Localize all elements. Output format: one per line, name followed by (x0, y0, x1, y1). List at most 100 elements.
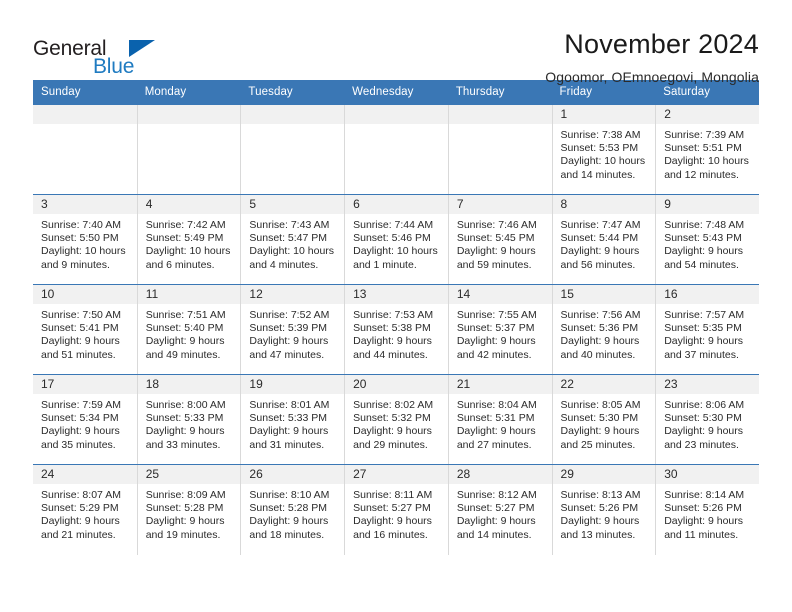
sun-times-block: Sunrise: 7:48 AM Sunset: 5:43 PM Daylight:… (656, 214, 759, 272)
day-number: 19 (241, 375, 345, 394)
calendar-cell-inner: 26 Sunrise: 8:10 AM Sunset: 5:28 PM Dayligh… (240, 465, 345, 555)
logo-text-blue: Blue (93, 55, 135, 78)
daylight-text-line2: and 44 minutes. (353, 348, 428, 361)
calendar-day-cell[interactable]: 14 Sunrise: 7:55 AM Sunset: 5:37 PM Dayligh… (447, 284, 552, 375)
calendar-day-cell[interactable]: 24 Sunrise: 8:07 AM Sunset: 5:29 PM Dayligh… (33, 464, 137, 555)
daylight-text-line1: Daylight: 9 hours (145, 515, 225, 528)
day-number-placeholder (241, 105, 345, 124)
sun-times-block: Sunrise: 8:14 AM Sunset: 5:26 PM Daylight:… (656, 484, 759, 542)
calendar-cell-inner: 17 Sunrise: 7:59 AM Sunset: 5:34 PM Dayligh… (33, 375, 137, 464)
sunrise-text: Sunrise: 7:48 AM (664, 219, 745, 231)
weekday-header-tuesday: Tuesday (240, 80, 345, 105)
general-blue-logo[interactable]: General Blue (33, 28, 183, 78)
calendar-day-cell[interactable]: 9 Sunrise: 7:48 AM Sunset: 5:43 PM Daylight… (655, 194, 759, 285)
calendar-cell-inner (447, 105, 552, 194)
calendar-day-cell[interactable]: 5 Sunrise: 7:43 AM Sunset: 5:47 PM Daylight… (240, 194, 345, 285)
calendar-day-cell[interactable]: 17 Sunrise: 7:59 AM Sunset: 5:34 PM Dayligh… (33, 374, 137, 465)
calendar-day-cell[interactable]: 7 Sunrise: 7:46 AM Sunset: 5:45 PM Daylight… (447, 194, 552, 285)
daylight-text-line2: and 21 minutes. (41, 528, 116, 541)
daylight-text-line2: and 29 minutes. (353, 438, 428, 451)
calendar-day-cell[interactable]: 12 Sunrise: 7:52 AM Sunset: 5:39 PM Dayligh… (240, 284, 345, 375)
daylight-text-line2: and 56 minutes. (560, 258, 636, 271)
calendar-cell-inner: 11 Sunrise: 7:51 AM Sunset: 5:40 PM Dayligh… (136, 285, 241, 374)
calendar-day-cell[interactable]: 18 Sunrise: 8:00 AM Sunset: 5:33 PM Dayligh… (136, 374, 241, 465)
day-number-placeholder (448, 105, 552, 124)
calendar-cell-inner: 8 Sunrise: 7:47 AM Sunset: 5:44 PM Daylight… (551, 195, 656, 284)
calendar-day-cell[interactable]: 11 Sunrise: 7:51 AM Sunset: 5:40 PM Dayligh… (136, 284, 241, 375)
calendar-day-cell[interactable]: 20 Sunrise: 8:02 AM Sunset: 5:32 PM Dayligh… (344, 374, 448, 465)
sun-times-block: Sunrise: 8:11 AM Sunset: 5:27 PM Daylight:… (345, 484, 448, 542)
daylight-text-line1: Daylight: 9 hours (560, 515, 640, 528)
daylight-text-line2: and 35 minutes. (41, 438, 116, 451)
sunset-text: Sunset: 5:51 PM (664, 142, 742, 155)
calendar-day-cell[interactable]: 27 Sunrise: 8:11 AM Sunset: 5:27 PM Dayligh… (344, 464, 448, 555)
calendar-day-cell[interactable]: 25 Sunrise: 8:09 AM Sunset: 5:28 PM Dayligh… (136, 464, 241, 555)
sunrise-text: Sunrise: 7:39 AM (664, 129, 745, 141)
page-subtitle: Ogoomor, OEmnoegovi, Mongolia (545, 68, 759, 85)
calendar-day-cell[interactable]: 29 Sunrise: 8:13 AM Sunset: 5:26 PM Dayligh… (551, 464, 656, 555)
sun-times-block: Sunrise: 8:07 AM Sunset: 5:29 PM Daylight:… (33, 484, 137, 542)
calendar-body: 1 Sunrise: 7:38 AM Sunset: 5:53 PM Daylight… (33, 104, 759, 555)
sunrise-text: Sunrise: 8:02 AM (353, 399, 434, 411)
daylight-text-line2: and 13 minutes. (560, 528, 636, 541)
calendar-day-cell[interactable]: 21 Sunrise: 8:04 AM Sunset: 5:31 PM Dayligh… (447, 374, 552, 465)
calendar-cell-inner: 4 Sunrise: 7:42 AM Sunset: 5:49 PM Daylight… (136, 195, 241, 284)
sun-times-block: Sunrise: 8:04 AM Sunset: 5:31 PM Daylight:… (449, 394, 552, 452)
daylight-text-line1: Daylight: 9 hours (664, 335, 744, 348)
calendar-day-cell[interactable]: 3 Sunrise: 7:40 AM Sunset: 5:50 PM Daylight… (33, 194, 137, 285)
day-number: 22 (552, 375, 656, 394)
daylight-text-line1: Daylight: 9 hours (41, 425, 120, 438)
calendar-cell-empty (447, 104, 552, 195)
day-number: 11 (137, 285, 241, 304)
sunrise-text: Sunrise: 7:50 AM (41, 309, 121, 321)
calendar-day-cell[interactable]: 28 Sunrise: 8:12 AM Sunset: 5:27 PM Dayligh… (447, 464, 552, 555)
calendar-day-cell[interactable]: 23 Sunrise: 8:06 AM Sunset: 5:30 PM Dayligh… (655, 374, 759, 465)
day-number: 4 (137, 195, 241, 214)
calendar-cell-inner: 21 Sunrise: 8:04 AM Sunset: 5:31 PM Dayligh… (447, 375, 552, 464)
sun-times-block: Sunrise: 7:47 AM Sunset: 5:44 PM Daylight:… (553, 214, 656, 272)
sunset-text: Sunset: 5:49 PM (145, 232, 224, 245)
day-number: 18 (137, 375, 241, 394)
calendar-cell-inner: 10 Sunrise: 7:50 AM Sunset: 5:41 PM Dayligh… (33, 285, 137, 374)
sunrise-text: Sunrise: 7:55 AM (456, 309, 537, 321)
calendar-day-cell[interactable]: 19 Sunrise: 8:01 AM Sunset: 5:33 PM Dayligh… (240, 374, 345, 465)
day-number: 25 (137, 465, 241, 484)
calendar-cell-inner (344, 105, 448, 194)
calendar-day-cell[interactable]: 6 Sunrise: 7:44 AM Sunset: 5:46 PM Daylight… (344, 194, 448, 285)
calendar-day-cell[interactable]: 10 Sunrise: 7:50 AM Sunset: 5:41 PM Dayligh… (33, 284, 137, 375)
sunrise-text: Sunrise: 8:09 AM (145, 489, 226, 501)
calendar-cell-empty (33, 104, 137, 195)
calendar-day-cell[interactable]: 16 Sunrise: 7:57 AM Sunset: 5:35 PM Dayligh… (655, 284, 759, 375)
daylight-text-line2: and 37 minutes. (664, 348, 739, 361)
calendar-day-cell[interactable]: 15 Sunrise: 7:56 AM Sunset: 5:36 PM Dayligh… (551, 284, 656, 375)
daylight-text-line2: and 19 minutes. (145, 528, 221, 541)
sunrise-text: Sunrise: 7:44 AM (353, 219, 434, 231)
sun-times-block: Sunrise: 7:53 AM Sunset: 5:38 PM Daylight:… (345, 304, 448, 362)
calendar-day-cell[interactable]: 26 Sunrise: 8:10 AM Sunset: 5:28 PM Dayligh… (240, 464, 345, 555)
sun-times-block: Sunrise: 7:57 AM Sunset: 5:35 PM Daylight:… (656, 304, 759, 362)
day-number: 16 (656, 285, 759, 304)
page-header: General Blue November 2024 Ogoomor, OEmn… (33, 0, 759, 84)
daylight-text-line1: Daylight: 10 hours (145, 245, 231, 258)
sunrise-text: Sunrise: 8:07 AM (41, 489, 121, 501)
calendar-day-cell[interactable]: 22 Sunrise: 8:05 AM Sunset: 5:30 PM Dayligh… (551, 374, 656, 465)
sunrise-text: Sunrise: 7:42 AM (145, 219, 226, 231)
day-number: 29 (552, 465, 656, 484)
daylight-text-line2: and 49 minutes. (145, 348, 221, 361)
daylight-text-line2: and 11 minutes. (664, 528, 739, 541)
calendar-day-cell[interactable]: 1 Sunrise: 7:38 AM Sunset: 5:53 PM Daylight… (551, 104, 656, 195)
calendar-cell-inner: 18 Sunrise: 8:00 AM Sunset: 5:33 PM Dayligh… (136, 375, 241, 464)
daylight-text-line1: Daylight: 9 hours (249, 515, 329, 528)
sunset-text: Sunset: 5:29 PM (41, 502, 119, 515)
calendar-week-row: 10 Sunrise: 7:50 AM Sunset: 5:41 PM Dayligh… (33, 284, 759, 375)
calendar-day-cell[interactable]: 8 Sunrise: 7:47 AM Sunset: 5:44 PM Daylight… (551, 194, 656, 285)
daylight-text-line1: Daylight: 9 hours (41, 335, 120, 348)
calendar-day-cell[interactable]: 30 Sunrise: 8:14 AM Sunset: 5:26 PM Dayligh… (655, 464, 759, 555)
day-number: 7 (448, 195, 552, 214)
day-number: 20 (345, 375, 448, 394)
calendar-day-cell[interactable]: 4 Sunrise: 7:42 AM Sunset: 5:49 PM Daylight… (136, 194, 241, 285)
calendar-cell-inner: 24 Sunrise: 8:07 AM Sunset: 5:29 PM Dayligh… (33, 465, 137, 555)
sun-times-block: Sunrise: 7:51 AM Sunset: 5:40 PM Daylight:… (138, 304, 241, 362)
calendar-day-cell[interactable]: 13 Sunrise: 7:53 AM Sunset: 5:38 PM Dayligh… (344, 284, 448, 375)
calendar-day-cell[interactable]: 2 Sunrise: 7:39 AM Sunset: 5:51 PM Daylight… (655, 104, 759, 195)
